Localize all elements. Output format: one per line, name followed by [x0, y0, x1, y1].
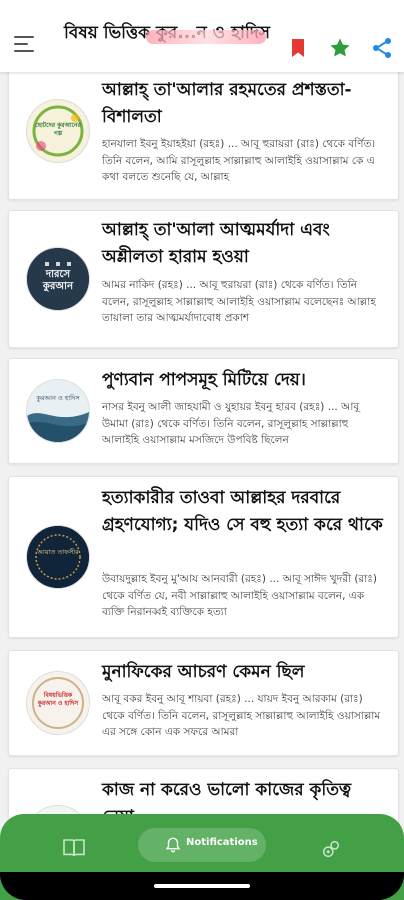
bell-icon: [165, 837, 181, 853]
thumbnail-caption: আয়াত তাফসীর: [37, 548, 79, 556]
item-title: আল্লাহ্‌ তা'আলার রহমতের প্রশস্ততা-বিশালত…: [102, 80, 352, 127]
home-indicator[interactable]: [154, 884, 250, 888]
list-item[interactable]: কুরআন ও হাদিস পুণ্যবান পাপসমূহ মিটিয়ে দ…: [8, 358, 399, 464]
system-gesture-bar: [0, 872, 404, 900]
topic-list[interactable]: ছোটদের কুরআনের গল্প আল্লাহ্‌ তা'আলার রহম…: [0, 72, 404, 832]
item-excerpt: হানযালা ইবনু ইয়াহইয়া (রহঃ) ... আবূ হুর…: [102, 138, 376, 183]
item-title: হত্যাকারীর তাওবা আল্লাহর দরবারে গ্রহণযোগ…: [102, 488, 383, 535]
item-excerpt: আমর নাকিদ (রহঃ) ... আবূ হুরায়রা (রাঃ) থ…: [102, 279, 376, 324]
thumbnail-caption: বিষয়ভিত্তিক কুরআন ও হাদিস: [37, 692, 79, 707]
title-highlight: [146, 30, 266, 44]
topic-thumbnail: দারসে কুরআন: [26, 247, 90, 311]
share-icon[interactable]: [370, 36, 394, 60]
topic-thumbnail: আয়াত তাফসীর: [26, 525, 90, 589]
app-bar: বিষয় ভিত্তিক কুর...ন ও হাদিস: [0, 0, 404, 72]
topic-thumbnail: ছোটদের কুরআনের গল্প: [26, 99, 90, 163]
bookmark-icon[interactable]: [286, 36, 310, 60]
item-excerpt: আবূ বকর ইবনু আবূ শায়বা (রহঃ) ... যায়দ …: [102, 693, 381, 738]
item-excerpt: নাসর ইবনু আলী জাহযামী ও যুহায়র ইবনু হার…: [102, 401, 360, 446]
menu-icon[interactable]: [14, 36, 36, 54]
notifications-label: Notifications: [186, 837, 258, 848]
topic-thumbnail: বিষয়ভিত্তিক কুরআন ও হাদিস: [26, 671, 90, 735]
star-icon[interactable]: [328, 36, 352, 60]
item-excerpt: উবায়দুল্লাহ ইবনু মু'আয আনবারী (রহঃ) ...…: [102, 573, 377, 618]
list-item[interactable]: ছোটদের কুরআনের গল্প আল্লাহ্‌ তা'আলার রহম…: [8, 72, 399, 200]
apps-icon[interactable]: [320, 838, 342, 860]
thumbnail-caption: ছোটদের কুরআনের গল্প: [35, 122, 81, 137]
notifications-tab[interactable]: Notifications: [138, 828, 266, 862]
book-icon[interactable]: [62, 838, 86, 858]
topic-thumbnail: কুরআন ও হাদিস: [26, 379, 90, 443]
list-item[interactable]: আয়াত তাফসীর হত্যাকারীর তাওবা আল্লাহর দর…: [8, 476, 399, 638]
thumbnail-caption: দারসে কুরআন: [42, 269, 74, 292]
list-item[interactable]: বিষয়ভিত্তিক কুরআন ও হাদিস মুনাফিকের আচর…: [8, 650, 399, 756]
list-item[interactable]: দারসে কুরআন আল্লাহ্‌ তা'আলা আত্মমর্যাদা …: [8, 210, 399, 348]
item-title: মুনাফিকের আচরণ কেমন ছিল: [102, 662, 305, 682]
item-title: আল্লাহ্‌ তা'আলা আত্মমর্যাদা এবং অশ্লীলতা…: [102, 220, 330, 267]
item-title: পুণ্যবান পাপসমূহ মিটিয়ে দেয়।: [102, 370, 306, 390]
thumbnail-caption: কুরআন ও হাদিস: [36, 394, 80, 402]
